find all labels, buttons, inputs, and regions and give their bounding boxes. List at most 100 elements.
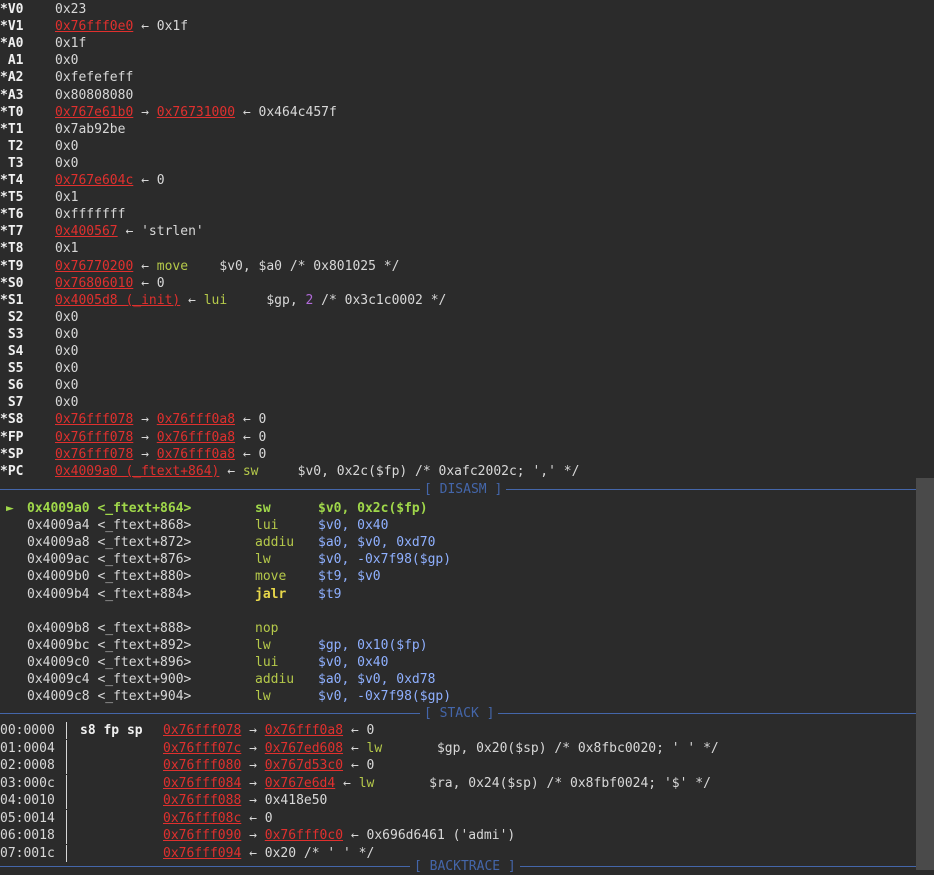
value-text: → <box>133 104 157 120</box>
address-link[interactable]: 0x76fff0a8 <box>157 412 235 427</box>
value-text: $gp, 0x20($sp) /* 0x8fbc0020; ' ' */ <box>382 740 719 756</box>
address-link[interactable]: 0x76fff08c <box>163 811 241 826</box>
address-link[interactable]: 0x76fff088 <box>163 793 241 808</box>
disasm-operands: $v0, -0x7f98($gp) <box>318 552 452 568</box>
disasm-mnemonic: move <box>255 569 287 585</box>
disasm-operands: $v0, 0x40 <box>318 518 389 534</box>
register-row: *T7 0x400567 ← 'strlen' <box>0 223 920 240</box>
value-text: 0x0 <box>55 53 79 69</box>
register-value: 0x23 <box>55 1 86 18</box>
address-link[interactable]: 0x767e61b0 <box>55 105 133 120</box>
stack-offset: 06:0018 <box>0 828 55 843</box>
register-value: 0x7ab92be <box>55 121 125 138</box>
disasm-line: 0x4009b0 <_ftext+880> move $t9, $v0 <box>0 568 920 585</box>
disasm-address: 0x4009b4 <_ftext+884> <box>27 586 192 602</box>
address-link[interactable]: 0x76fff07c <box>163 741 241 756</box>
value-text: ← <box>343 740 367 756</box>
value-text: → <box>241 740 265 756</box>
value-text: 0x0 <box>55 395 79 411</box>
address-link[interactable]: 0x767e604c <box>55 173 133 188</box>
address-link[interactable]: 0x76fff0a8 <box>157 447 235 462</box>
address-link[interactable]: 0x76fff078 <box>55 430 133 445</box>
value-text: → <box>133 429 157 445</box>
address-link[interactable]: 0x767e6d4 <box>265 776 335 791</box>
register-row: *T1 0x7ab92be <box>0 121 920 138</box>
value-text: 0x0 <box>55 138 79 154</box>
register-row: S2 0x0 <box>0 309 920 326</box>
register-value: 0x76fff078 → 0x76fff0a8 ← 0 <box>55 446 266 463</box>
register-value: 0x0 <box>55 343 78 360</box>
stack-divider <box>66 844 67 862</box>
value-text: ← 0x1f <box>133 19 189 35</box>
stack-divider <box>66 809 67 827</box>
disasm-mnemonic: addiu <box>255 672 295 687</box>
address-link[interactable]: 0x76806010 <box>55 276 133 291</box>
address-link[interactable]: 0x76fff0e0 <box>55 19 133 34</box>
address-link[interactable]: 0x76fff0c0 <box>265 828 343 843</box>
register-row: *PC 0x4009a0 (_ftext+864) ← sw $v0, 0x2c(… <box>0 463 920 480</box>
stack-value: 0x76fff080 → 0x767d53c0 ← 0 <box>163 757 374 774</box>
stack-divider <box>66 827 67 844</box>
disasm-address: 0x4009c8 <_ftext+904> <box>27 689 192 705</box>
address-link[interactable]: 0x76fff0a8 <box>265 723 343 738</box>
value-text: ← <box>219 463 243 479</box>
address-link[interactable]: 0x76fff084 <box>163 776 241 791</box>
stack-register-tags: s8 fp sp <box>80 723 143 738</box>
address-link[interactable]: 0x76fff094 <box>163 846 241 861</box>
register-row: *S1 0x4005d8 (_init) ← lui $gp, 2 /* 0x3c… <box>0 292 920 309</box>
register-name: *T4 <box>0 173 24 188</box>
register-name: S2 <box>0 309 24 325</box>
value-text: 0x0 <box>55 326 79 342</box>
stack-row: 03:000c 0x76fff084 → 0x767e6d4 ← lw $ra, … <box>0 774 920 792</box>
register-name: A1 <box>0 53 24 69</box>
stack-divider <box>66 739 67 757</box>
stack-value: 0x76fff088 → 0x418e50 <box>163 792 327 809</box>
value-text: $v0, 0x2c($fp) /* 0xafc2002c; ',' */ <box>258 463 580 479</box>
register-name: *PC <box>0 463 24 479</box>
register-name: S3 <box>0 326 24 342</box>
register-row: *V1 0x76fff0e0 ← 0x1f <box>0 18 920 35</box>
register-row: S6 0x0 <box>0 377 920 394</box>
address-link[interactable]: 0x400567 <box>55 224 118 239</box>
register-value: 0x767e61b0 → 0x76731000 ← 0x464c457f <box>55 104 337 121</box>
address-link[interactable]: 0x4005d8 (_init) <box>55 293 180 308</box>
register-value: 0x76fff078 → 0x76fff0a8 ← 0 <box>55 429 266 446</box>
stack-value: 0x76fff07c → 0x767ed608 ← lw $gp, 0x20($… <box>163 740 719 757</box>
address-link[interactable]: 0x76770200 <box>55 259 133 274</box>
value-text: → <box>241 723 265 738</box>
address-link[interactable]: 0x76fff0a8 <box>157 430 235 445</box>
register-value: 0x1f <box>55 35 86 52</box>
value-text: lw <box>366 740 383 756</box>
disasm-line: 0x4009a8 <_ftext+872> addiu $a0, $v0, 0xd7… <box>0 534 920 551</box>
scrollbar[interactable] <box>916 478 934 870</box>
address-link[interactable]: 0x4009a0 (_ftext+864) <box>55 464 219 479</box>
address-link[interactable]: 0x76fff078 <box>163 723 241 738</box>
address-link[interactable]: 0x76fff078 <box>55 412 133 427</box>
value-text: ← 0x20 /* ' ' */ <box>241 845 375 861</box>
address-link[interactable]: 0x767d53c0 <box>265 758 343 773</box>
register-name: T2 <box>0 138 24 154</box>
address-link[interactable]: 0x76731000 <box>157 105 235 120</box>
disasm-operands: $v0, 0x2c($fp) <box>318 501 428 516</box>
address-link[interactable]: 0x76fff090 <box>163 828 241 843</box>
register-value: 0x76806010 ← 0 <box>55 275 165 292</box>
address-link[interactable]: 0x767ed608 <box>265 741 343 756</box>
disasm-mnemonic: lui <box>255 518 279 534</box>
value-text: ← <box>180 292 204 308</box>
disasm-address: 0x4009a0 <_ftext+864> <box>27 501 192 516</box>
disasm-address: 0x4009a4 <_ftext+868> <box>27 518 192 534</box>
value-text: 0x0 <box>55 309 79 325</box>
register-value: 0xfffffff <box>55 206 125 223</box>
register-name: *V0 <box>0 2 24 17</box>
value-text: sw <box>242 463 259 479</box>
value-text: ← 'strlen' <box>117 224 204 240</box>
stack-row: 00:0000 s8 fp sp 0x76fff078 → 0x76fff0a8 ←… <box>0 722 920 739</box>
register-value: 0x0 <box>55 52 78 69</box>
value-text: /* 0x3c1c0002 */ <box>313 292 447 308</box>
disasm-address: 0x4009bc <_ftext+892> <box>27 637 192 653</box>
disasm-operands: $t9 <box>318 586 342 602</box>
disasm-operands: $t9, $v0 <box>318 569 381 585</box>
address-link[interactable]: 0x76fff078 <box>55 447 133 462</box>
address-link[interactable]: 0x76fff080 <box>163 758 241 773</box>
stack-offset: 02:0008 <box>0 758 55 773</box>
